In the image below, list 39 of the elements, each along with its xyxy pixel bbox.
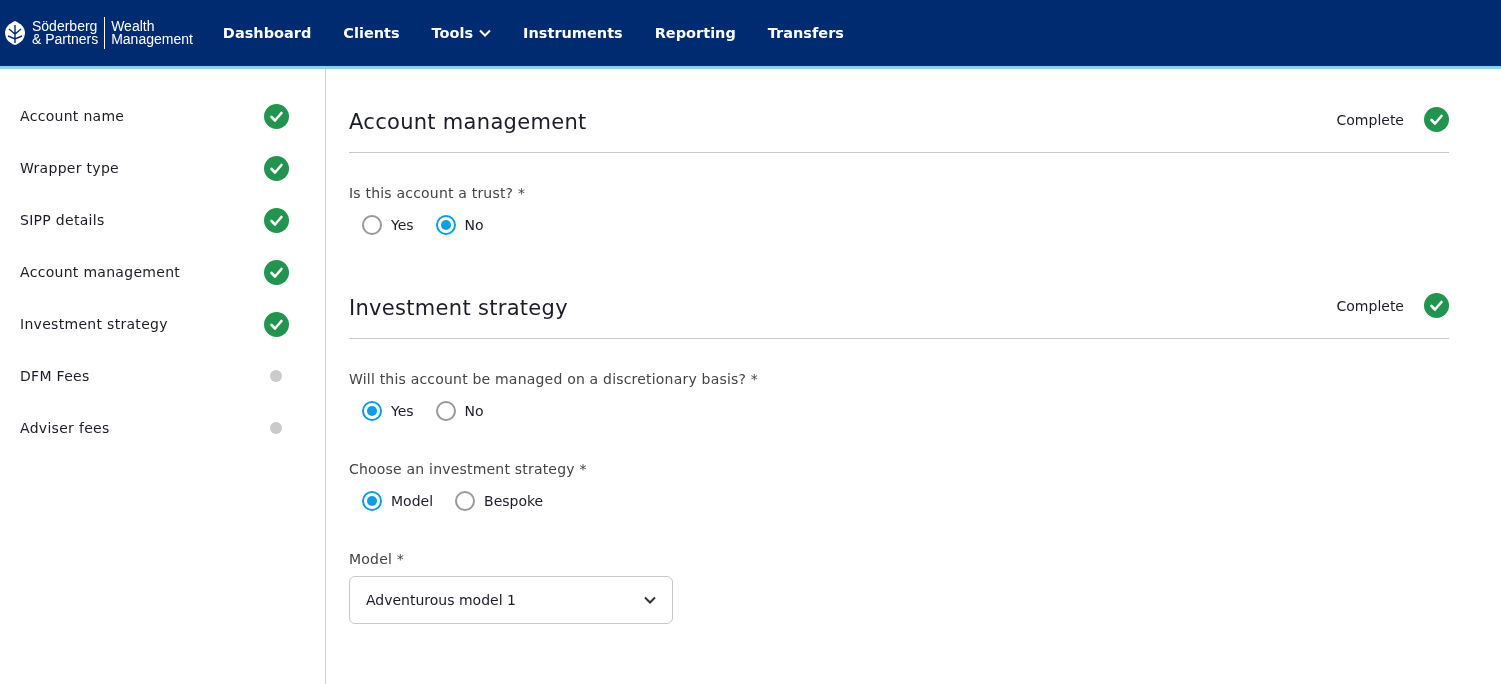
radio-option[interactable]: No [435, 215, 484, 235]
radio-button[interactable] [362, 401, 382, 421]
radio-button[interactable] [455, 491, 476, 511]
radio-button[interactable] [435, 215, 456, 235]
model-dropdown[interactable]: Adventurous model 1 [349, 576, 673, 624]
nav-link[interactable]: Transfers [767, 25, 844, 41]
step-label[interactable]: Wrapper type [20, 160, 120, 176]
step-label[interactable]: Account management [20, 264, 181, 280]
status-text: Complete [1336, 111, 1404, 128]
radio-option[interactable]: No [435, 401, 484, 421]
question-label: Will this account be managed on a discretionary basis? * [349, 371, 759, 387]
nav-link[interactable]: Clients [343, 25, 400, 41]
step-label[interactable]: SIPP details [20, 212, 105, 228]
question-label: Model * [349, 551, 405, 567]
nav-link[interactable]: Reporting [654, 25, 736, 41]
nav-link[interactable]: Tools [431, 25, 492, 41]
nav-link[interactable]: Instruments [523, 25, 623, 41]
radio-button[interactable] [362, 491, 382, 511]
company-name: Söderberg & Partners [32, 20, 99, 46]
section-title: Account management [349, 109, 587, 134]
step-label[interactable]: DFM Fees [20, 368, 90, 384]
radio-option[interactable]: Bespoke [455, 491, 544, 511]
radio-option[interactable]: Yes [362, 215, 414, 235]
status-text: Complete [1336, 297, 1404, 314]
step-label[interactable]: Account name [20, 108, 125, 124]
radio-option[interactable]: Model [362, 491, 434, 511]
chevron-down-icon [644, 596, 656, 604]
step-label[interactable]: Investment strategy [20, 316, 168, 332]
division-name: Wealth Management [111, 20, 193, 46]
step-label[interactable]: Adviser fees [20, 420, 110, 436]
radio-button[interactable] [435, 401, 456, 421]
radio-button[interactable] [362, 215, 382, 235]
chevron-down-icon [479, 29, 492, 37]
question-label: Is this account a trust? * [349, 185, 527, 201]
question-label: Choose an investment strategy * [349, 461, 588, 477]
radio-option[interactable]: Yes [362, 401, 414, 421]
nav-link[interactable]: Dashboard [222, 25, 312, 41]
logo-emblem-icon [4, 20, 26, 46]
section-title: Investment strategy [349, 295, 568, 320]
